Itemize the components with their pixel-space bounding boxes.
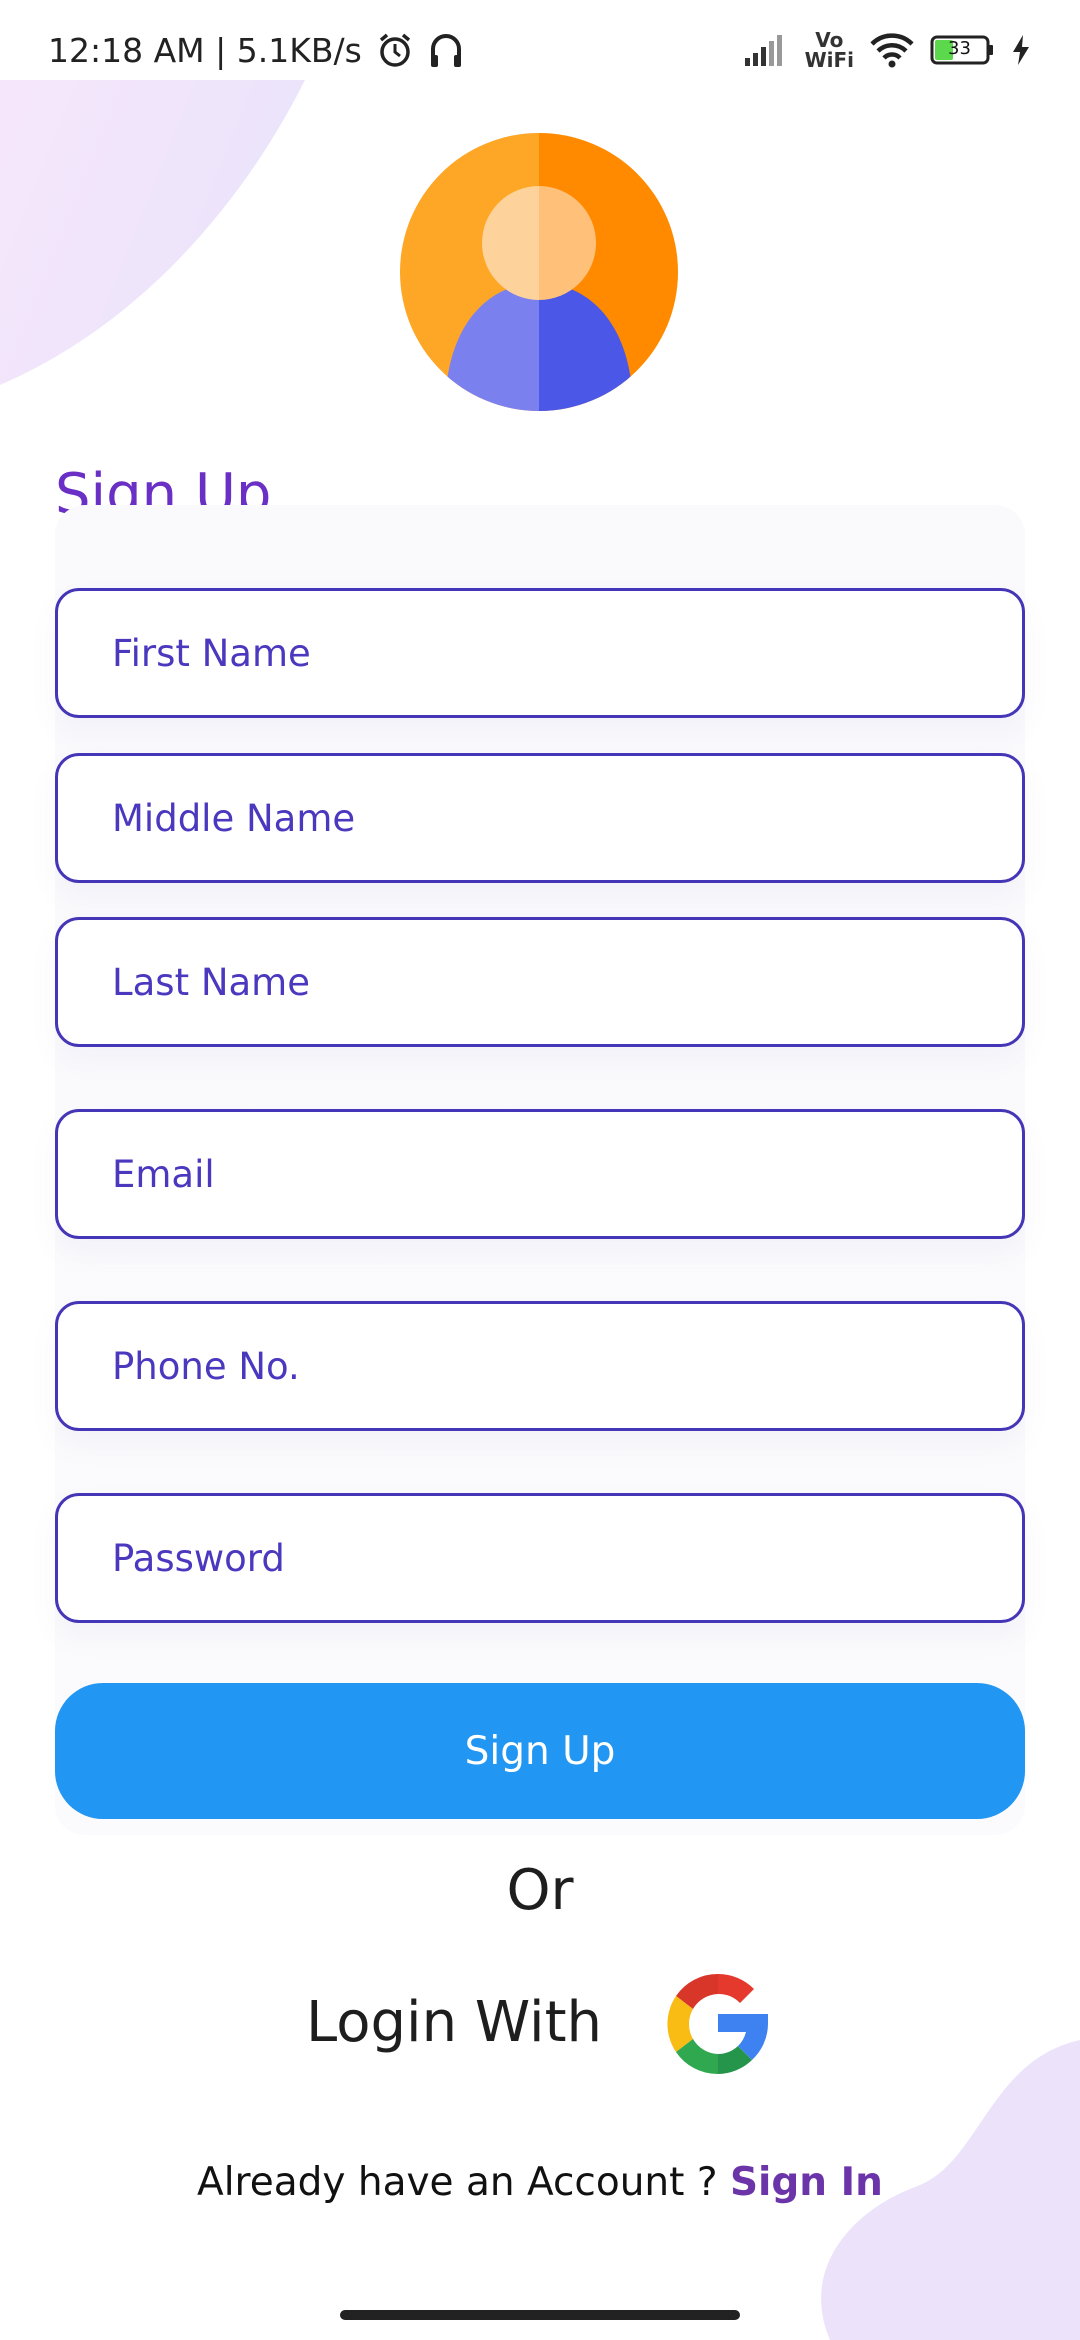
vowifi-indicator: Vo WiFi: [805, 30, 854, 70]
battery-icon: 33: [930, 34, 996, 66]
password-input[interactable]: [112, 1536, 1022, 1580]
charging-icon: [1010, 34, 1032, 66]
phone-field[interactable]: [55, 1301, 1025, 1431]
home-indicator[interactable]: [340, 2310, 740, 2320]
first-name-field[interactable]: [55, 588, 1025, 718]
vowifi-top: Vo: [815, 28, 844, 52]
status-right: Vo WiFi 33: [743, 30, 1032, 70]
signup-screen: 12:18 AM | 5.1KB/s Vo WiFi 33 Sign Up Fi…: [0, 0, 1080, 2340]
middle-name-field[interactable]: [55, 753, 1025, 883]
or-divider-text: Or: [506, 1858, 574, 1923]
middle-name-input[interactable]: [112, 796, 1022, 840]
alarm-icon: [376, 31, 414, 69]
sign-up-button[interactable]: Sign Up: [55, 1683, 1025, 1819]
password-field[interactable]: [55, 1493, 1025, 1623]
google-icon[interactable]: [660, 1966, 776, 2082]
status-bar: 12:18 AM | 5.1KB/s Vo WiFi 33: [0, 0, 1080, 100]
login-with-label: Login With: [306, 1990, 603, 2055]
signal-icon: [743, 32, 791, 68]
vowifi-bottom: WiFi: [804, 48, 854, 72]
email-input[interactable]: [112, 1152, 1022, 1196]
status-time: 12:18 AM | 5.1KB/s: [48, 30, 362, 70]
battery-level: 33: [948, 38, 971, 59]
footer-prompt: Already have an Account ? Sign In: [0, 2160, 1080, 2205]
wifi-icon: [868, 32, 916, 68]
email-field[interactable]: [55, 1109, 1025, 1239]
footer-prompt-text: Already have an Account ?: [197, 2160, 718, 2205]
avatar-icon: [400, 133, 678, 411]
last-name-field[interactable]: [55, 917, 1025, 1047]
phone-input[interactable]: [112, 1344, 1022, 1388]
sign-in-link[interactable]: Sign In: [730, 2160, 883, 2205]
first-name-input[interactable]: [112, 631, 1022, 675]
headphones-icon: [428, 31, 464, 69]
last-name-input[interactable]: [112, 960, 1022, 1004]
status-left: 12:18 AM | 5.1KB/s: [48, 31, 464, 70]
